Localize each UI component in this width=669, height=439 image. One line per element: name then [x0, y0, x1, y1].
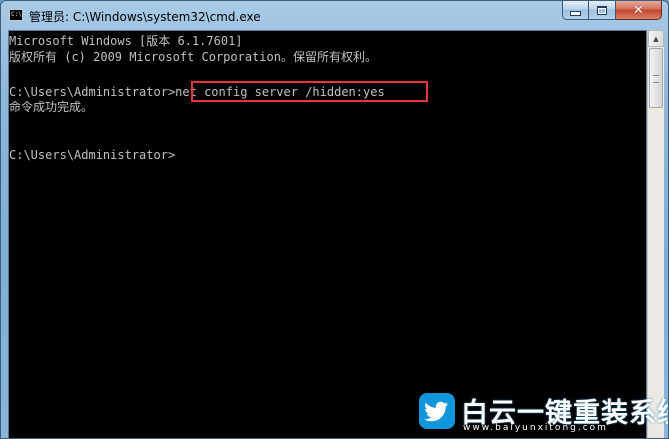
vertical-scrollbar[interactable]: ▲	[647, 30, 664, 438]
close-button[interactable]: ✕	[616, 1, 662, 20]
twitter-bird-icon	[419, 393, 455, 429]
minimize-icon	[570, 10, 581, 16]
cmd-app-icon[interactable]: C:\	[9, 9, 23, 21]
scroll-thumb[interactable]	[649, 48, 663, 108]
caption-buttons: ✕	[562, 1, 662, 20]
watermark: 白云一键重装系统 www.baiyunxitong.com	[419, 393, 668, 437]
command-highlight-box	[191, 81, 428, 102]
cmd-window: C:\ 管理员: C:\Windows\system32\cmd.exe ✕ M…	[0, 0, 669, 439]
title-bar[interactable]: C:\ 管理员: C:\Windows\system32\cmd.exe ✕	[1, 1, 668, 31]
console-prompt: C:\Users\Administrator>	[9, 148, 176, 162]
watermark-url: www.baiyunxitong.com	[463, 423, 608, 433]
console-line: Microsoft Windows [版本 6.1.7601]	[9, 34, 243, 48]
grip-icon	[653, 75, 659, 83]
maximize-icon	[597, 5, 607, 15]
console-line: 命令成功完成。	[9, 100, 94, 114]
scroll-up-button[interactable]: ▲	[648, 30, 664, 47]
minimize-button[interactable]	[562, 1, 589, 20]
arrow-up-icon: ▲	[653, 34, 659, 43]
maximize-button[interactable]	[589, 1, 616, 20]
close-icon: ✕	[633, 2, 644, 18]
console-line: 版权所有 (c) 2009 Microsoft Corporation。保留所有…	[9, 50, 377, 64]
console-output[interactable]: Microsoft Windows [版本 6.1.7601] 版权所有 (c)…	[8, 30, 647, 438]
window-title: 管理员: C:\Windows\system32\cmd.exe	[29, 10, 261, 24]
